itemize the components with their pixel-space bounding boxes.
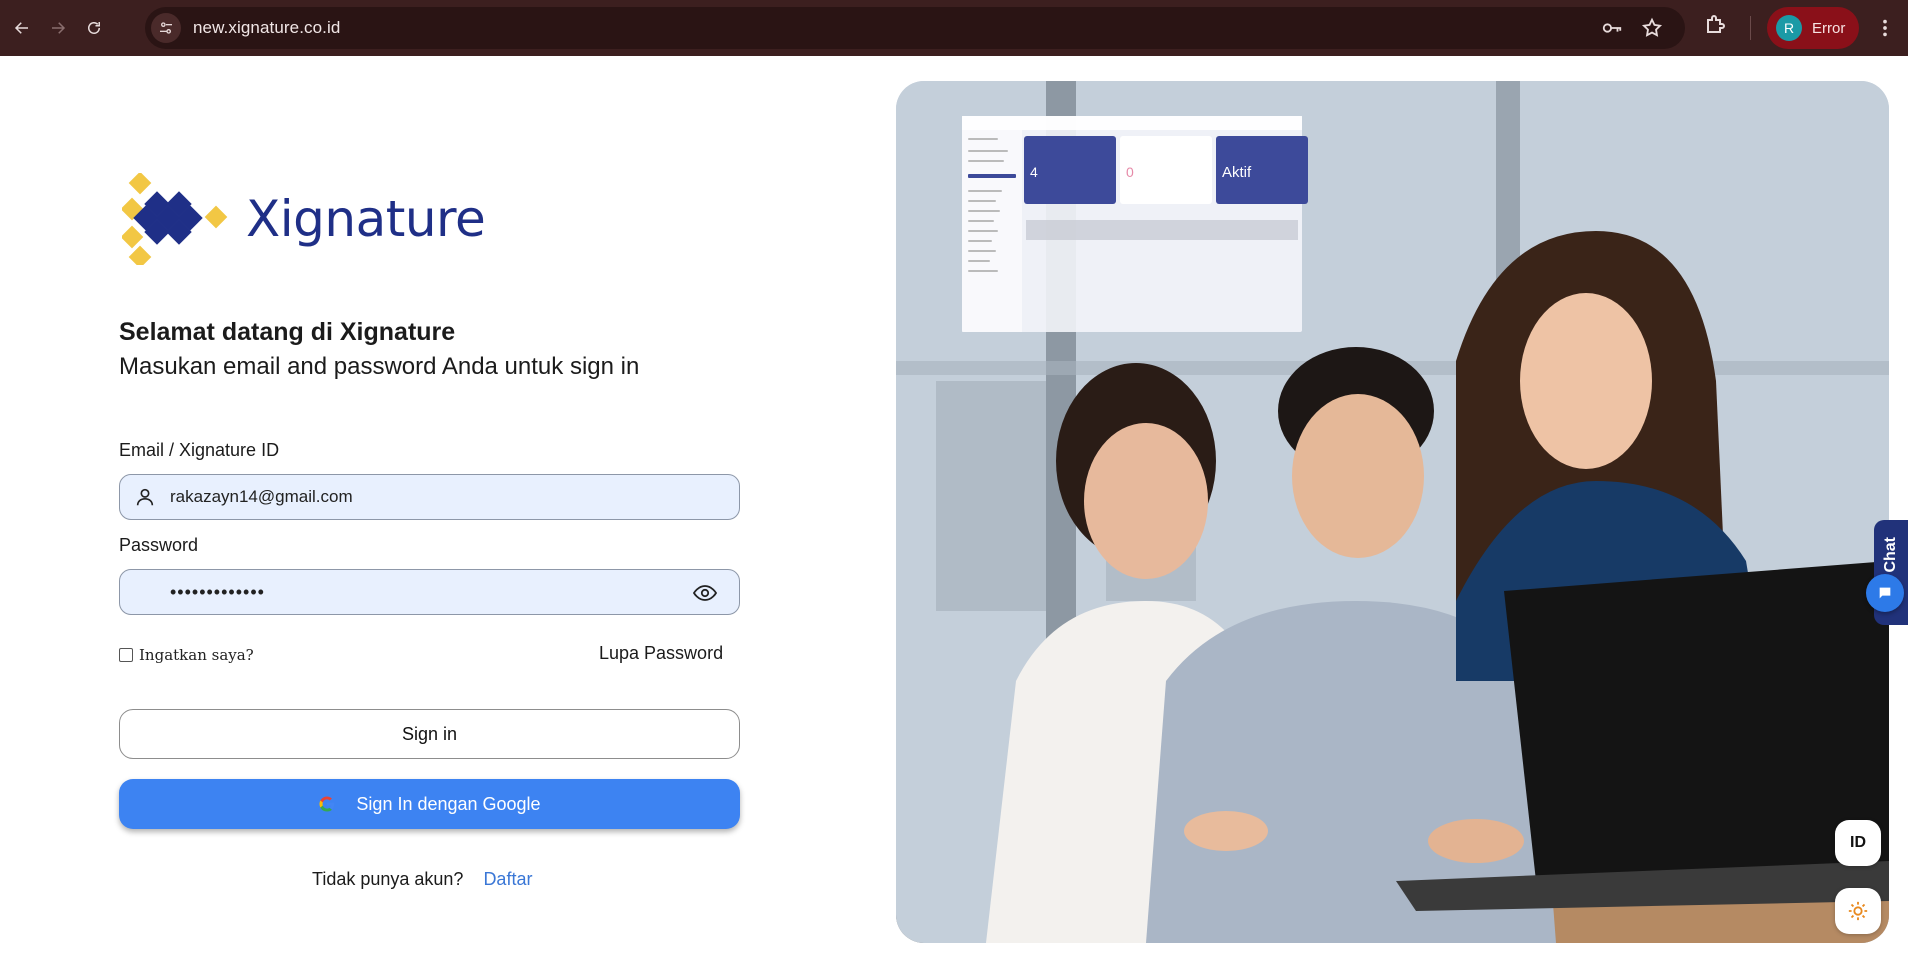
password-field[interactable]: ••••••••••••• (119, 569, 740, 615)
preview-line (968, 138, 998, 140)
remember-checkbox[interactable] (119, 648, 133, 662)
kebab-menu-icon (1883, 19, 1887, 37)
signin-button[interactable]: Sign in (119, 709, 740, 759)
preview-card-value: 4 (1030, 164, 1038, 180)
welcome-subtitle: Masukan email and password Anda untuk si… (119, 353, 640, 380)
sun-icon (1848, 901, 1868, 921)
brand-name: Xignature (246, 190, 486, 248)
preview-line (968, 260, 990, 262)
brand-logo: Xignature (122, 173, 486, 265)
eye-icon[interactable] (693, 583, 717, 603)
google-signin-button[interactable]: Sign In dengan Google (119, 779, 740, 829)
email-label: Email / Xignature ID (119, 440, 280, 460)
site-info-button[interactable] (151, 13, 181, 43)
preview-line (968, 190, 1002, 192)
preview-line (968, 200, 996, 202)
theme-toggle-button[interactable] (1835, 888, 1881, 934)
preview-line (968, 220, 994, 222)
puzzle-icon (1707, 15, 1725, 33)
avatar: R (1776, 15, 1802, 41)
extensions-button[interactable] (1703, 12, 1727, 41)
hero-image: 4 0 Aktif (896, 81, 1889, 943)
url-text[interactable]: new.xignature.co.id (193, 18, 340, 38)
chat-button[interactable] (1866, 574, 1904, 612)
email-field[interactable]: rakazayn14@gmail.com (119, 474, 740, 520)
address-bar[interactable]: new.xignature.co.id (145, 7, 1685, 49)
tune-icon (160, 22, 172, 34)
key-icon[interactable] (1601, 17, 1623, 39)
preview-card-value: Aktif (1222, 164, 1252, 181)
dashboard-preview: 4 0 Aktif (962, 116, 1308, 332)
preview-line (968, 160, 1004, 162)
arrow-right-icon (52, 22, 66, 34)
password-input[interactable]: ••••••••••••• (170, 582, 670, 603)
profile-status-label: Error (1812, 19, 1846, 37)
password-label: Password (119, 535, 199, 555)
user-icon (136, 488, 154, 506)
preview-card: Aktif (1216, 136, 1308, 204)
no-account-text: Tidak punya akun? (312, 869, 464, 889)
preview-line (968, 270, 998, 272)
preview-line (968, 174, 1016, 178)
preview-line (968, 240, 992, 242)
preview-line (968, 250, 996, 252)
reload-icon (88, 22, 100, 34)
forgot-password-link[interactable]: Lupa Password (599, 643, 723, 664)
google-signin-label: Sign In dengan Google (356, 793, 541, 814)
forward-button[interactable] (40, 10, 76, 46)
signup-row: Tidak punya akun? Daftar (312, 869, 532, 890)
profile-button[interactable]: R Error (1767, 7, 1859, 49)
preview-line (968, 230, 998, 232)
preview-card: 0 (1120, 136, 1212, 204)
preview-card: 4 (1024, 136, 1116, 204)
remember-label: Ingatkan saya? (139, 646, 254, 664)
chat-bubble-icon (1879, 587, 1891, 599)
back-button[interactable] (4, 10, 40, 46)
reload-button[interactable] (76, 10, 112, 46)
preview-table (1026, 220, 1298, 240)
email-input[interactable]: rakazayn14@gmail.com (170, 487, 670, 507)
welcome-heading: Selamat datang di Xignature (119, 318, 456, 346)
preview-line (968, 210, 1000, 212)
preview-card-value: 0 (1126, 164, 1134, 180)
preview-line (968, 150, 1008, 152)
remember-me[interactable]: Ingatkan saya? (119, 646, 254, 664)
star-icon[interactable] (1641, 17, 1663, 39)
language-button[interactable]: ID (1835, 820, 1881, 866)
browser-menu-button[interactable] (1874, 14, 1896, 47)
login-page: Xignature Selamat datang di Xignature Ma… (0, 56, 1908, 954)
signup-link[interactable]: Daftar (483, 869, 532, 890)
google-icon (319, 796, 335, 812)
xignature-logo-mark (122, 173, 228, 265)
toolbar-divider (1750, 16, 1751, 40)
browser-toolbar: new.xignature.co.id R Error (0, 0, 1908, 56)
arrow-left-icon (14, 22, 28, 34)
preview-sidebar (962, 130, 1022, 332)
preview-topbar (962, 116, 1302, 130)
